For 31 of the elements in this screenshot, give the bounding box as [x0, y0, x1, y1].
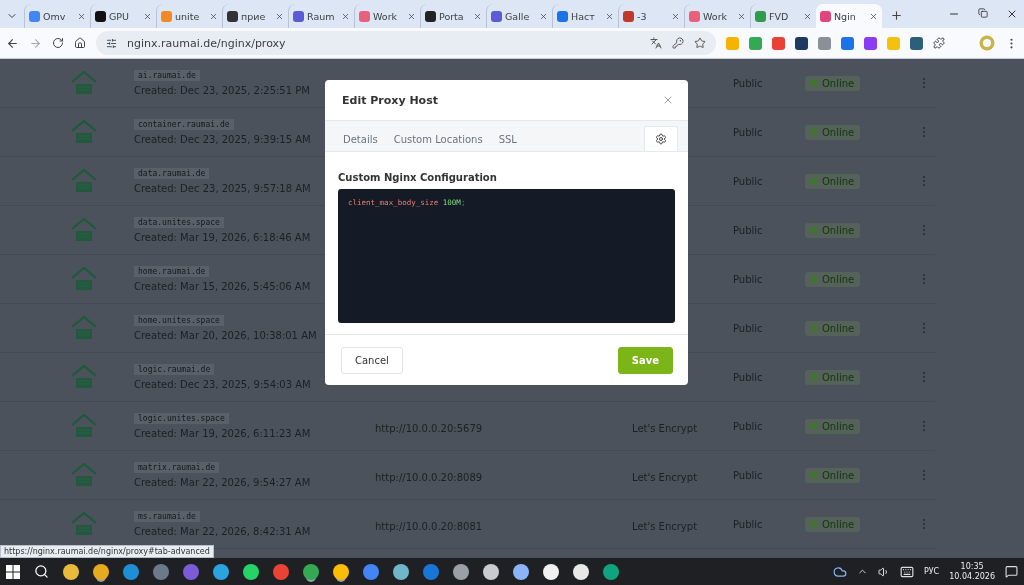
status-badge: Online	[805, 124, 861, 140]
address-bar[interactable]: nginx.raumai.de/nginx/proxy	[96, 31, 716, 55]
host-name: matrix.raumai.de	[134, 462, 220, 473]
status-badge: Online	[805, 516, 861, 532]
host-name: data.unites.space	[134, 217, 224, 228]
host-name: ms.raumai.de	[134, 511, 200, 522]
field-label: Custom Nginx Configuration	[338, 172, 498, 183]
status-badge: Online	[805, 222, 861, 238]
host-name: ai.raumai.de	[134, 70, 200, 81]
language-indicator[interactable]: РУС	[923, 567, 940, 576]
dialog-tab[interactable]: Details	[337, 126, 384, 151]
dialog-title: Edit Proxy Host	[342, 93, 438, 107]
dialog-tab[interactable]: SSL	[492, 126, 523, 151]
status-badge: Online	[805, 369, 861, 385]
status-badge: Online	[805, 418, 861, 434]
status-badge: Online	[805, 320, 861, 336]
cancel-button[interactable]: Cancel	[341, 346, 403, 374]
host-name: home.raumai.de	[134, 266, 210, 277]
status-badge: Online	[805, 173, 861, 189]
host-name: data.raumai.de	[134, 168, 210, 179]
host-name: home.unites.space	[134, 315, 224, 326]
clock-time: 10:35	[960, 562, 984, 571]
host-name: logic.unites.space	[134, 413, 229, 424]
status-badge: Online	[805, 271, 861, 287]
host-name: logic.raumai.de	[134, 364, 215, 375]
browser-tab[interactable]: Ngin	[816, 4, 882, 28]
status-badge: Online	[805, 75, 861, 91]
host-name: container.raumai.de	[134, 119, 234, 130]
dialog-tab[interactable]: Custom Locations	[387, 126, 489, 151]
clock-date: 10.04.2026	[949, 572, 995, 581]
status-badge: Online	[805, 467, 861, 483]
